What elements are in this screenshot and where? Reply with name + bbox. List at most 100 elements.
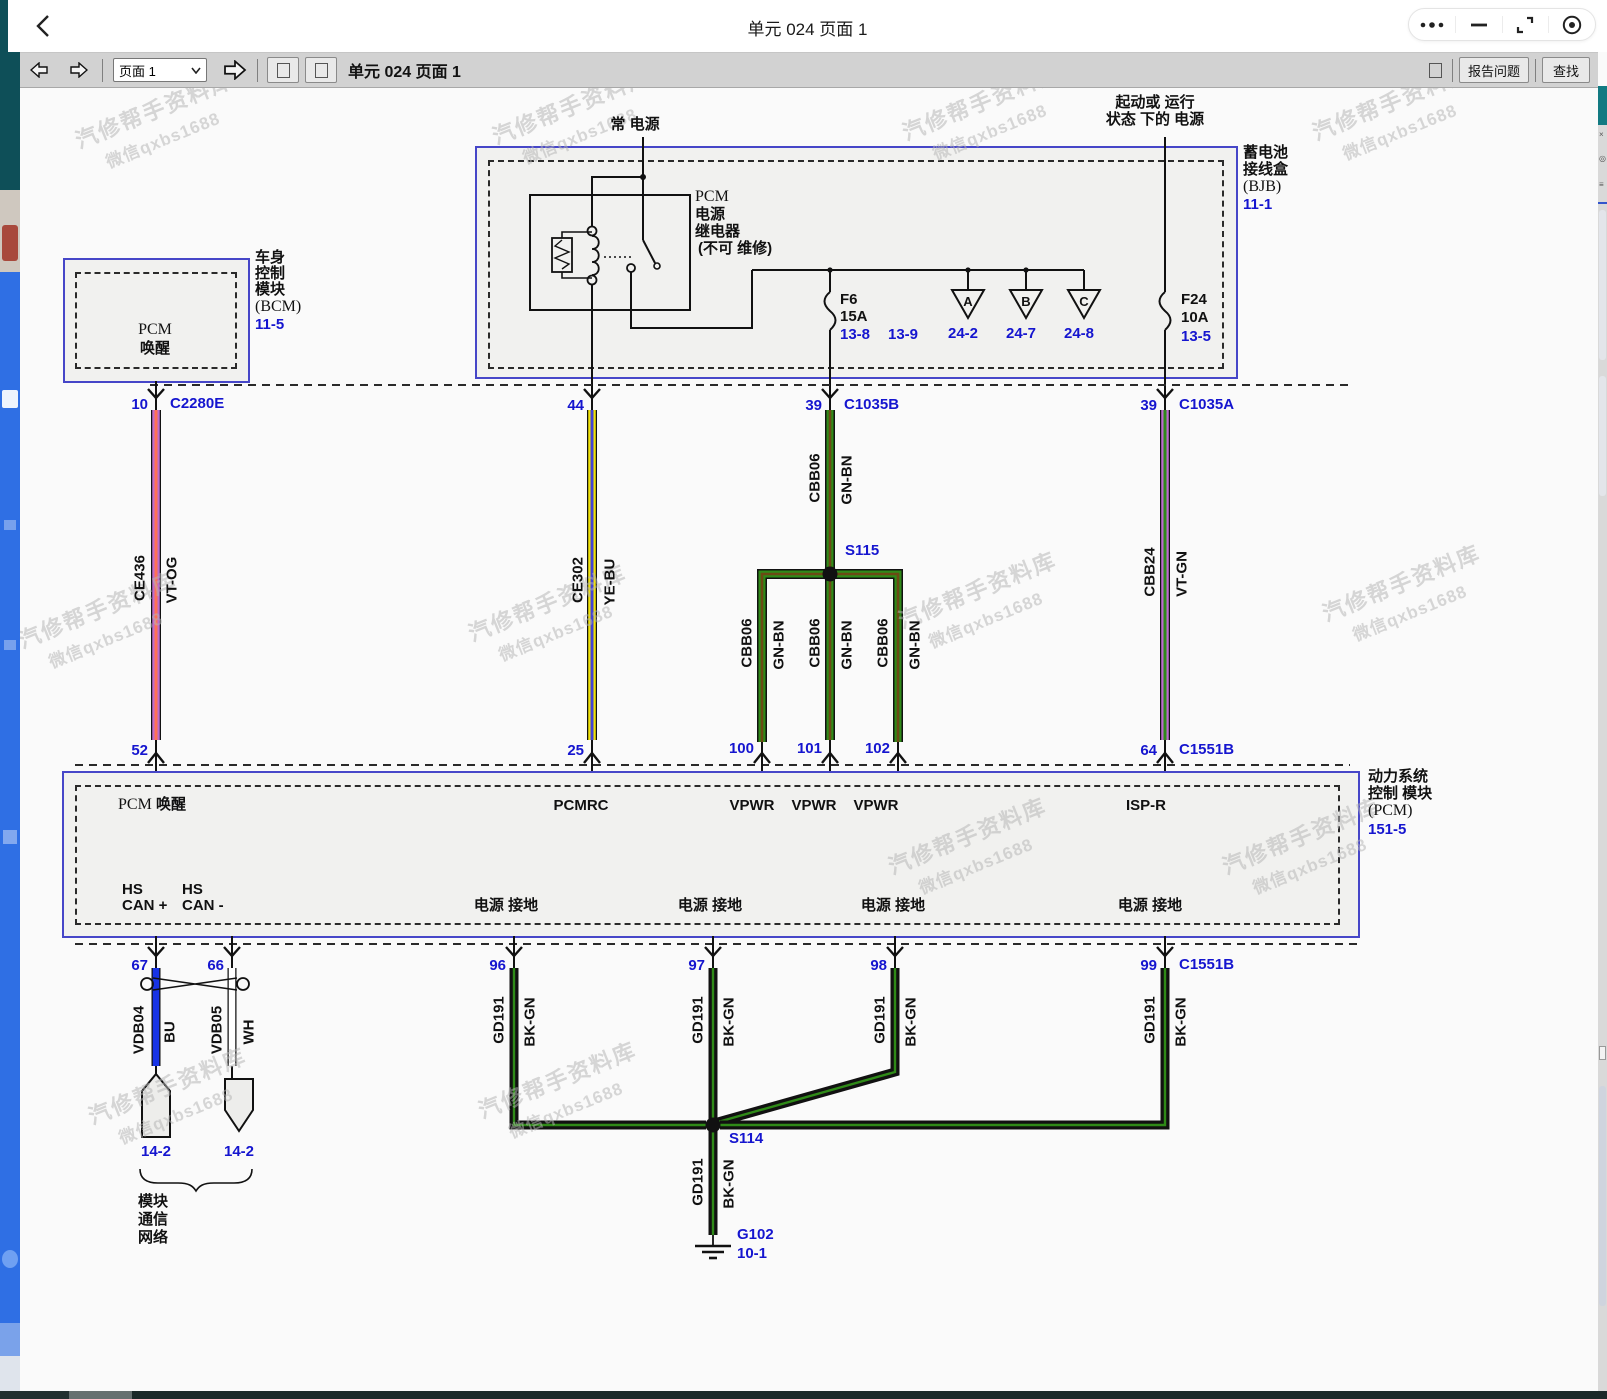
view-mode-button-1[interactable]: [267, 57, 299, 83]
splice-s114-label: S114: [729, 1131, 763, 1147]
wire-cbb06-color-l: GN-BN: [771, 620, 788, 669]
bcm-page-ref: 11-5: [255, 317, 284, 333]
next-page-button[interactable]: [70, 62, 88, 78]
wire-vdb04-circuit: VDB04: [131, 1006, 148, 1054]
splice-s114-dot: [706, 1118, 721, 1133]
target-icon[interactable]: [1549, 9, 1595, 40]
connector-c1551b-bottom: C1551B: [1179, 957, 1234, 973]
titlebar: 单元 024 页面 1: [8, 0, 1607, 52]
wire-gd191-circuit-5: GD191: [690, 1158, 707, 1206]
pin-101: 101: [782, 740, 822, 757]
pin-39-c1035a: 39: [1117, 397, 1157, 414]
bcm-name-1: 车身: [255, 250, 285, 266]
pcm-pin-gnd-3: 电源 接地: [861, 898, 925, 914]
view-mode-button-2[interactable]: [305, 57, 337, 83]
fuse-f24-page1: 13-5: [1181, 329, 1211, 345]
network-label-1: 模块: [138, 1194, 168, 1210]
right-edge-button: [1599, 1046, 1606, 1060]
pin-44: 44: [544, 397, 584, 414]
fullscreen-icon[interactable]: [1503, 9, 1549, 40]
label-run-start-1: 起动或 运行: [1115, 95, 1194, 111]
connector-c1035b: C1035B: [844, 397, 899, 413]
bjb-name-2: 接线盒: [1243, 162, 1288, 178]
right-edge-panel: [1599, 210, 1606, 360]
toolbar-separator: [257, 59, 258, 82]
bcm-name-3: 模块: [255, 282, 285, 298]
prev-page-button[interactable]: [30, 62, 48, 78]
window-title: 单元 024 页面 1: [8, 15, 1607, 40]
background-window-left-edge: [0, 0, 20, 1391]
relay-output-bus: [752, 267, 1084, 292]
pcm-pin-vpwr-1: VPWR: [730, 798, 775, 814]
offpage-ref-right: 14-2: [224, 1144, 254, 1160]
wire-cbb24-color: VT-GN: [1174, 551, 1191, 597]
pin-100: 100: [714, 740, 754, 757]
fuse-f24-symbol: [1160, 137, 1171, 410]
menu-icon[interactable]: ≡: [1599, 180, 1604, 189]
pcm-pin-hs2: HS: [182, 882, 203, 898]
left-edge-circle-icon: [2, 1250, 18, 1268]
relay-label-4: (不可 维修): [698, 241, 772, 257]
report-problem-button[interactable]: 报告问题: [1459, 57, 1529, 83]
fuse-f6-page1: 13-8: [840, 327, 870, 343]
pcm-pin-wake: PCM 唤醒: [118, 797, 186, 813]
wire-cbb06-color-m: GN-BN: [839, 620, 856, 669]
pcm-pin-wake-en: PCM: [118, 796, 152, 813]
close-icon[interactable]: ×: [1599, 130, 1604, 139]
pcm-pin-vpwr-3: VPWR: [854, 798, 899, 814]
taskbar-segment-dark: [0, 1391, 69, 1399]
relay-label-2: 电源: [695, 207, 725, 223]
wire-vdb05-color: WH: [241, 1020, 258, 1045]
pin-10: 10: [108, 396, 148, 413]
toolbar-separator: [1535, 59, 1536, 82]
fuse-f6-rating: 15A: [840, 309, 868, 325]
pcm-pin-vpwr-2: VPWR: [792, 798, 837, 814]
relay-label-3: 继电器: [695, 224, 740, 240]
pcm-name-1: 动力系统: [1368, 769, 1428, 785]
offpage-connectors: [142, 1074, 253, 1137]
wire-ce436-color: VT-OG: [164, 557, 181, 604]
placeholder-glyph-icon: [315, 63, 328, 78]
wire-cbb06-circuit-m: CBB06: [807, 618, 824, 667]
network-brace: [140, 1169, 252, 1191]
pin-97: 97: [665, 957, 705, 974]
left-edge-lightblue: [0, 1323, 20, 1356]
minimize-icon[interactable]: [1456, 9, 1502, 40]
network-label-2: 通信: [138, 1212, 168, 1228]
pcm-pin-cann: CAN -: [182, 898, 224, 914]
record-icon[interactable]: ◎: [1599, 154, 1606, 163]
pin-64: 64: [1117, 742, 1157, 759]
toolbar-separator: [1452, 59, 1453, 82]
triangle-a-page: 24-2: [948, 326, 978, 342]
more-options-icon[interactable]: [1409, 9, 1455, 40]
triangle-c-page: 24-8: [1064, 326, 1094, 342]
label-constant-power: 常 电源: [610, 117, 659, 133]
right-edge-scrollbar[interactable]: [1599, 1086, 1606, 1306]
connector-c1551b-top: C1551B: [1179, 742, 1234, 758]
bjb-name-1: 蓄电池: [1243, 145, 1288, 161]
thumbnail-button[interactable]: [1426, 59, 1446, 81]
go-to-page-button[interactable]: [223, 60, 247, 80]
fuse-f6-page2: 13-9: [888, 327, 918, 343]
find-button[interactable]: 查找: [1542, 57, 1590, 83]
wire-gd191-circuit-2: GD191: [690, 996, 707, 1044]
wire-cbb06-color-r: GN-BN: [907, 620, 924, 669]
placeholder-glyph-icon: [277, 63, 290, 78]
page-select-value: 页面 1: [119, 61, 156, 80]
pin-102: 102: [850, 740, 890, 757]
wire-cbb06-circuit-l: CBB06: [739, 618, 756, 667]
left-edge-faint-mark: [4, 640, 16, 650]
wire-gd191-circuit-4: GD191: [1142, 996, 1159, 1044]
pcm-pin-canp: CAN +: [122, 898, 167, 914]
app-window: 常 电源 起动或 运行 状态 下的 电源 蓄电池 接线盒 (BJB) 11-1 …: [0, 0, 1607, 1399]
left-edge-photo-icon: [2, 225, 18, 261]
pin-39-c1035b: 39: [782, 397, 822, 414]
bcm-abbr: (BCM): [255, 299, 301, 315]
placeholder-glyph-icon: [1429, 63, 1442, 78]
page-select[interactable]: 页面 1: [113, 58, 207, 82]
wire-ce302-circuit: CE302: [570, 557, 587, 603]
wire-ce302-color: YE-BU: [602, 559, 619, 606]
wire-gd191-circuit-3: GD191: [872, 996, 889, 1044]
toolbar-separator: [102, 59, 103, 82]
connector-c1035a: C1035A: [1179, 397, 1234, 413]
